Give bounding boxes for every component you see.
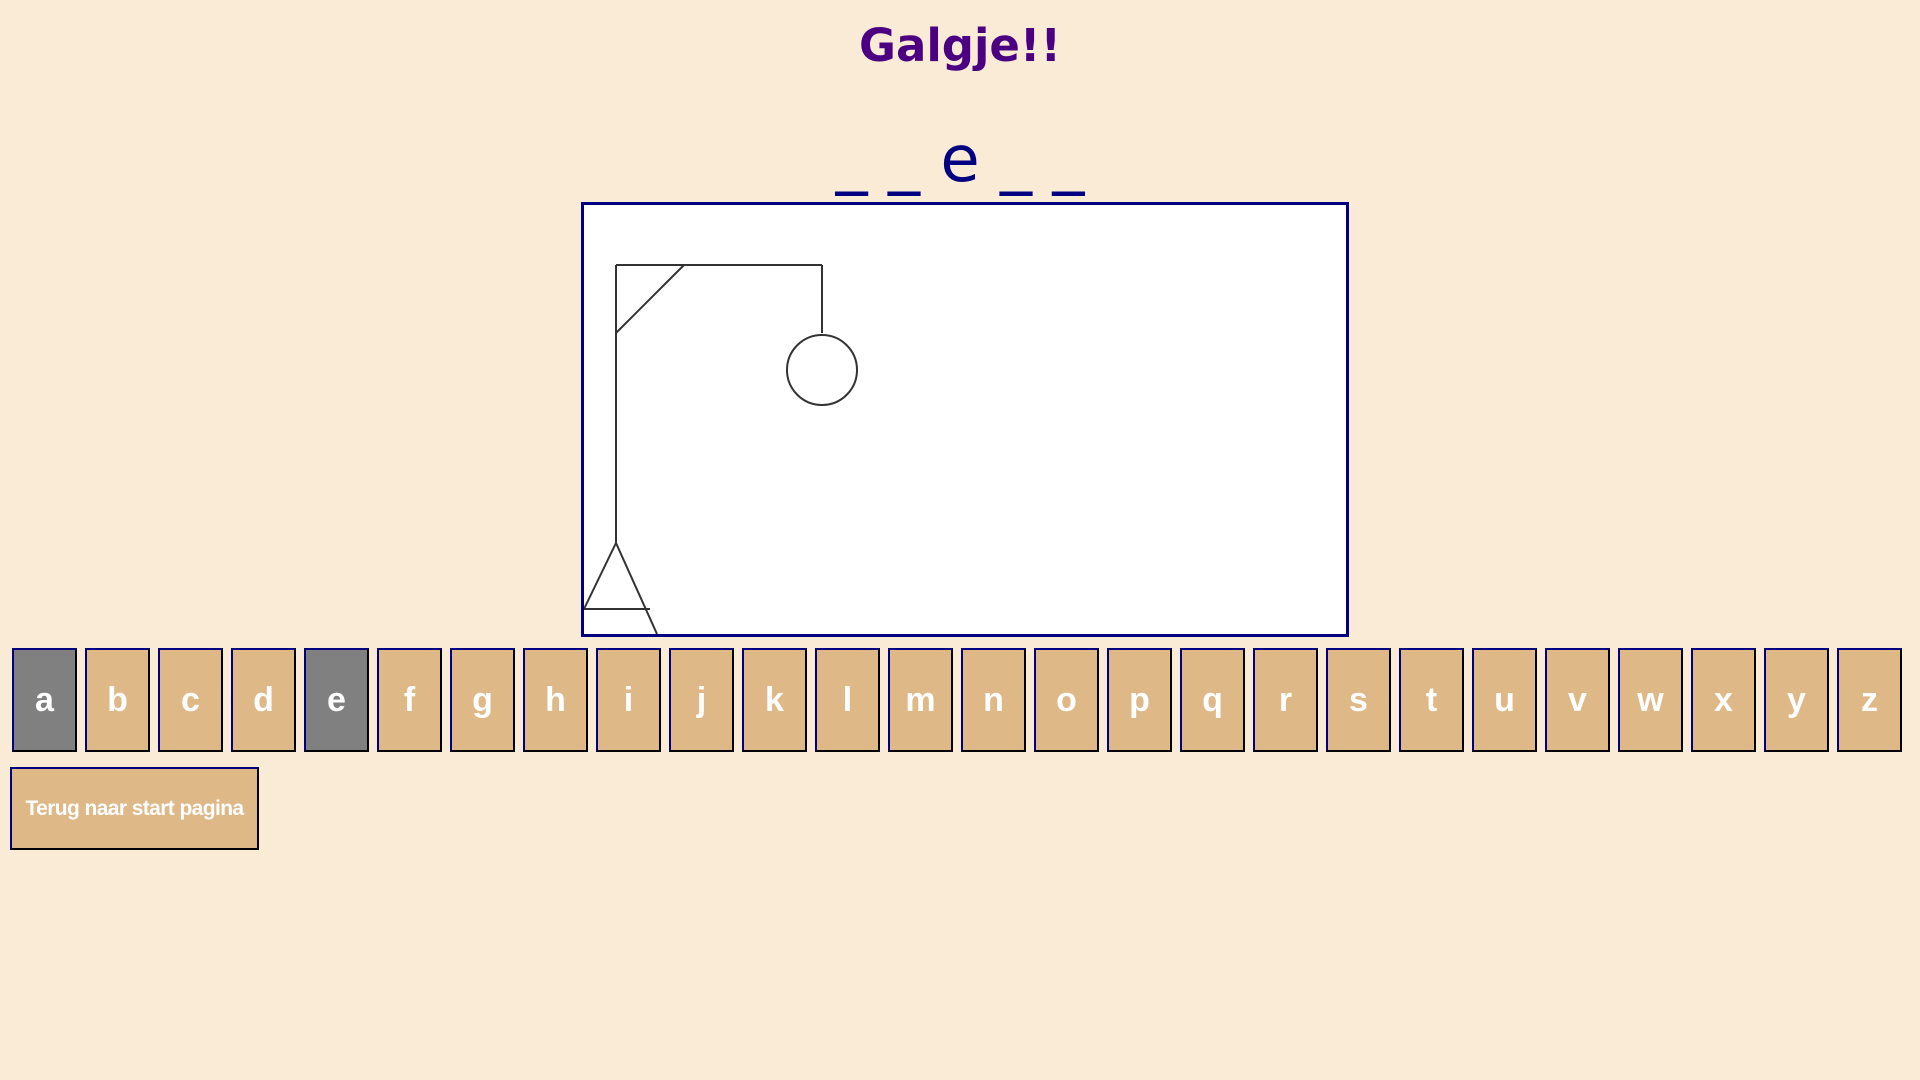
gallows-brace xyxy=(615,264,685,334)
letter-key-o[interactable]: o xyxy=(1034,648,1099,752)
letter-key-c[interactable]: c xyxy=(158,648,223,752)
letter-key-s[interactable]: s xyxy=(1326,648,1391,752)
letter-key-u[interactable]: u xyxy=(1472,648,1537,752)
letter-key-b[interactable]: b xyxy=(85,648,150,752)
letter-key-z[interactable]: z xyxy=(1837,648,1902,752)
letter-key-f[interactable]: f xyxy=(377,648,442,752)
word-display: _ _ e _ _ xyxy=(835,123,1085,197)
letter-keyboard: abcdefghijklmnopqrstuvwxyz xyxy=(12,648,1916,754)
gallows-base xyxy=(584,540,658,634)
letter-key-t[interactable]: t xyxy=(1399,648,1464,752)
letter-key-d[interactable]: d xyxy=(231,648,296,752)
letter-key-y[interactable]: y xyxy=(1764,648,1829,752)
letter-key-x[interactable]: x xyxy=(1691,648,1756,752)
hangman-board xyxy=(581,202,1349,637)
letter-key-p[interactable]: p xyxy=(1107,648,1172,752)
letter-key-q[interactable]: q xyxy=(1180,648,1245,752)
letter-key-a[interactable]: a xyxy=(12,648,77,752)
page-title: Galgje!! xyxy=(859,19,1061,72)
letter-key-v[interactable]: v xyxy=(1545,648,1610,752)
letter-key-r[interactable]: r xyxy=(1253,648,1318,752)
letter-key-h[interactable]: h xyxy=(523,648,588,752)
letter-key-n[interactable]: n xyxy=(961,648,1026,752)
letter-key-m[interactable]: m xyxy=(888,648,953,752)
letter-key-i[interactable]: i xyxy=(596,648,661,752)
hangman-drawing xyxy=(584,264,858,634)
letter-key-l[interactable]: l xyxy=(815,648,880,752)
letter-key-w[interactable]: w xyxy=(1618,648,1683,752)
letter-key-e[interactable]: e xyxy=(304,648,369,752)
back-to-start-button[interactable]: Terug naar start pagina xyxy=(10,767,259,850)
hangman-head xyxy=(786,334,858,406)
letter-key-k[interactable]: k xyxy=(742,648,807,752)
letter-key-j[interactable]: j xyxy=(669,648,734,752)
letter-key-g[interactable]: g xyxy=(450,648,515,752)
hangman-page: Galgje!! _ _ e _ _ abcdefghijklmnopqrstu… xyxy=(0,0,1920,1080)
